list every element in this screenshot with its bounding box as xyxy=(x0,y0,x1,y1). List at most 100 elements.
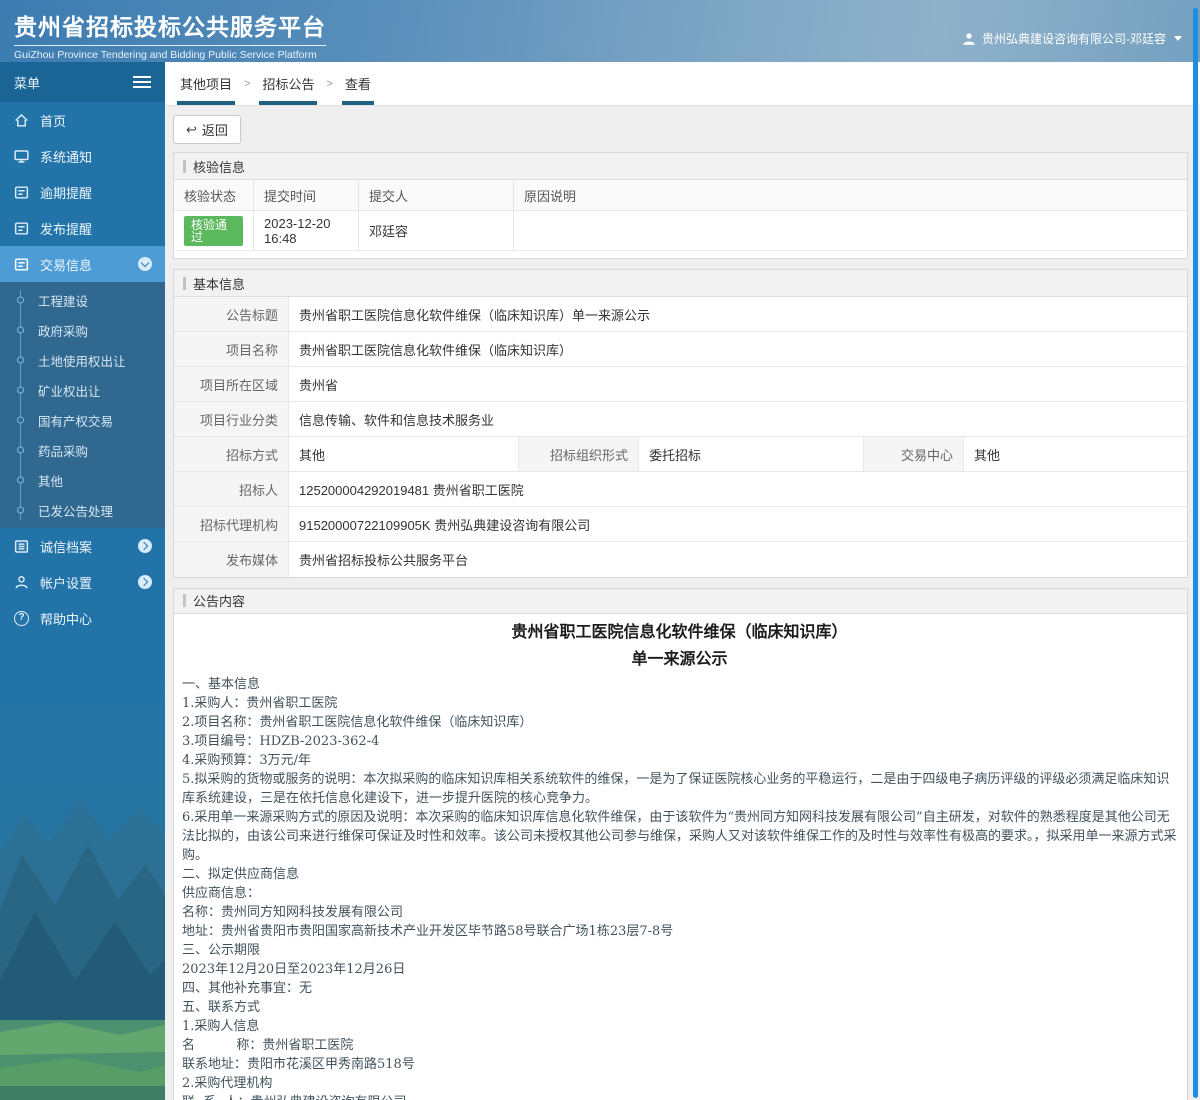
sidebar-item-label: 帮助中心 xyxy=(40,611,93,627)
doc-paragraph: 联 系 人：贵州弘典建设咨询有限公司 xyxy=(182,1093,1177,1100)
sidebar-item-trade-info[interactable]: 交易信息 xyxy=(0,246,165,282)
sidebar-item-label: 发布提醒 xyxy=(40,221,93,237)
basic-panel-header: 基本信息 xyxy=(174,270,1187,297)
reason-cell xyxy=(514,211,1187,251)
breadcrumb-separator: > xyxy=(244,77,251,90)
breadcrumb-label: 查看 xyxy=(344,77,371,92)
doc-paragraph: 地址：贵州省贵阳市贵阳国家高新技术产业开发区毕节路58号联合广场1栋23层7-8… xyxy=(182,923,674,939)
field-label: 招标组织形式 xyxy=(519,437,639,471)
verify-info-panel: 核验信息 核验状态 提交时间 提交人 原因说明 核验通过 2023-12-20 … xyxy=(173,152,1188,259)
back-icon xyxy=(186,122,197,137)
submenu-item-land-use[interactable]: 土地使用权出让 xyxy=(0,345,165,375)
main-content: 其他项目 > 招标公告 > 查看 返回 核验信息 核验状态 提交时间 提交人 原… xyxy=(165,62,1200,1100)
doc-paragraph: 1.采购人信息 xyxy=(182,1018,260,1034)
doc-paragraph: 二、拟定供应商信息 xyxy=(182,866,300,882)
submenu-item-engineering[interactable]: 工程建设 xyxy=(0,285,165,315)
announcement-document: 贵州省职工医院信息化软件维保（临床知识库） 单一来源公示 一、基本信息 1.采购… xyxy=(174,614,1187,1100)
submenu-label: 其他 xyxy=(38,474,64,489)
breadcrumb-separator: > xyxy=(326,77,333,90)
breadcrumb-item-tender-notice[interactable]: 招标公告 xyxy=(259,62,318,105)
doc-paragraph: 四、其他补充事宜：无 xyxy=(182,980,313,996)
user-name: 贵州弘典建设咨询有限公司-邓廷容 xyxy=(982,32,1166,46)
submenu-item-state-property[interactable]: 国有产权交易 xyxy=(0,405,165,435)
sidebar-item-label: 首页 xyxy=(40,113,67,129)
submenu-label: 工程建设 xyxy=(38,294,89,309)
info-row-industry: 项目行业分类 信息传输、软件和信息技术服务业 xyxy=(174,402,1187,437)
info-row-media: 发布媒体 贵州省招标投标公共服务平台 xyxy=(174,542,1187,577)
toolbar: 返回 xyxy=(165,106,1200,152)
doc-paragraph: 3.项目编号：HDZB-2023-362-4 xyxy=(182,733,380,749)
doc-paragraph: 1.采购人：贵州省职工医院 xyxy=(182,695,338,711)
sidebar-item-label: 交易信息 xyxy=(40,257,93,273)
vertical-scrollbar[interactable] xyxy=(1193,8,1198,1098)
hamburger-icon[interactable] xyxy=(133,76,151,88)
doc-paragraph: 4.采购预算：3万元/年 xyxy=(182,752,312,768)
sidebar-item-overdue-reminder[interactable]: 逾期提醒 xyxy=(0,174,165,210)
chevron-down-icon xyxy=(138,257,152,271)
document-icon xyxy=(13,256,30,273)
document-icon xyxy=(13,184,30,201)
field-value: 贵州省 xyxy=(289,367,1187,401)
field-label: 公告标题 xyxy=(174,297,289,331)
sidebar-item-help-center[interactable]: 帮助中心 xyxy=(0,600,165,636)
back-button[interactable]: 返回 xyxy=(173,115,241,144)
announcement-panel-header: 公告内容 xyxy=(174,589,1187,614)
info-row-tenderer: 招标人 125200004292019481 贵州省职工医院 xyxy=(174,472,1187,507)
info-row-region: 项目所在区域 贵州省 xyxy=(174,367,1187,402)
submenu-item-mining-rights[interactable]: 矿业权出让 xyxy=(0,375,165,405)
verify-panel-title: 核验信息 xyxy=(193,159,246,175)
breadcrumb-item-other-projects[interactable]: 其他项目 xyxy=(177,62,236,105)
document-title-line1: 贵州省职工医院信息化软件维保（临床知识库） xyxy=(511,621,848,641)
submenu-label: 国有产权交易 xyxy=(38,414,114,429)
info-row-tender-method: 招标方式 其他 招标组织形式 委托招标 交易中心 其他 xyxy=(174,437,1187,472)
field-label: 项目所在区域 xyxy=(174,367,289,401)
submenu-item-published-notices[interactable]: 已发公告处理 xyxy=(0,495,165,525)
field-label: 项目名称 xyxy=(174,332,289,366)
verify-table-row: 核验通过 2023-12-20 16:48 邓廷容 xyxy=(174,211,1187,251)
document-icon xyxy=(13,220,30,237)
panel-padding xyxy=(174,251,1187,258)
sidebar: 菜单 首页 系统通知 逾期提醒 发布提醒 交易信息 工程建设 政府采购 土地使用… xyxy=(0,62,165,1100)
submenu-label: 土地使用权出让 xyxy=(38,354,126,369)
doc-paragraph: 5.拟采购的货物或服务的说明：本次拟采购的临床知识库相关系统软件的维保，一是为了… xyxy=(182,771,1170,806)
basic-panel-title: 基本信息 xyxy=(193,276,246,292)
menu-label: 菜单 xyxy=(14,75,41,91)
doc-paragraph: 2.项目名称：贵州省职工医院信息化软件维保（临床知识库） xyxy=(182,714,533,730)
submenu-label: 政府采购 xyxy=(38,324,89,339)
field-value: 贵州省职工医院信息化软件维保（临床知识库） xyxy=(289,332,1187,366)
breadcrumb-item-view[interactable]: 查看 xyxy=(341,62,374,105)
field-label: 招标方式 xyxy=(174,437,289,471)
column-header: 提交人 xyxy=(359,180,514,211)
monitor-icon xyxy=(13,148,30,165)
document-title-line2: 单一来源公示 xyxy=(631,648,728,668)
sidebar-item-publish-reminder[interactable]: 发布提醒 xyxy=(0,210,165,246)
section-marker xyxy=(183,594,186,608)
sidebar-item-label: 帐户设置 xyxy=(40,575,93,591)
chevron-right-icon xyxy=(138,539,152,553)
home-icon xyxy=(13,112,30,129)
sidebar-item-label: 系统通知 xyxy=(40,149,93,165)
sidebar-item-system-notice[interactable]: 系统通知 xyxy=(0,138,165,174)
sidebar-item-credit-archive[interactable]: 诚信档案 xyxy=(0,528,165,564)
field-label: 招标人 xyxy=(174,472,289,506)
info-row-agency: 招标代理机构 91520000722109905K 贵州弘典建设咨询有限公司 xyxy=(174,507,1187,542)
user-menu[interactable]: 贵州弘典建设咨询有限公司-邓廷容 xyxy=(962,30,1182,47)
section-marker xyxy=(183,159,186,173)
verify-table-header: 核验状态 提交时间 提交人 原因说明 xyxy=(174,180,1187,211)
user-icon xyxy=(962,32,976,46)
field-value: 贵州省职工医院信息化软件维保（临床知识库）单一来源公示 xyxy=(289,297,1187,331)
status-badge: 核验通过 xyxy=(184,215,243,246)
field-value: 125200004292019481 贵州省职工医院 xyxy=(289,472,1187,506)
submenu-item-gov-procurement[interactable]: 政府采购 xyxy=(0,315,165,345)
field-label: 交易中心 xyxy=(864,437,964,471)
breadcrumb: 其他项目 > 招标公告 > 查看 xyxy=(165,62,1200,106)
field-value: 91520000722109905K 贵州弘典建设咨询有限公司 xyxy=(289,507,1187,541)
sidebar-item-home[interactable]: 首页 xyxy=(0,102,165,138)
breadcrumb-label: 招标公告 xyxy=(262,77,315,92)
sidebar-item-account-settings[interactable]: 帐户设置 xyxy=(0,564,165,600)
submenu-label: 矿业权出让 xyxy=(38,384,101,399)
submenu-item-drug-procurement[interactable]: 药品采购 xyxy=(0,435,165,465)
document-body: 一、基本信息 1.采购人：贵州省职工医院 2.项目名称：贵州省职工医院信息化软件… xyxy=(182,675,1177,1100)
submenu-item-other[interactable]: 其他 xyxy=(0,465,165,495)
doc-paragraph: 一、基本信息 xyxy=(182,676,261,692)
